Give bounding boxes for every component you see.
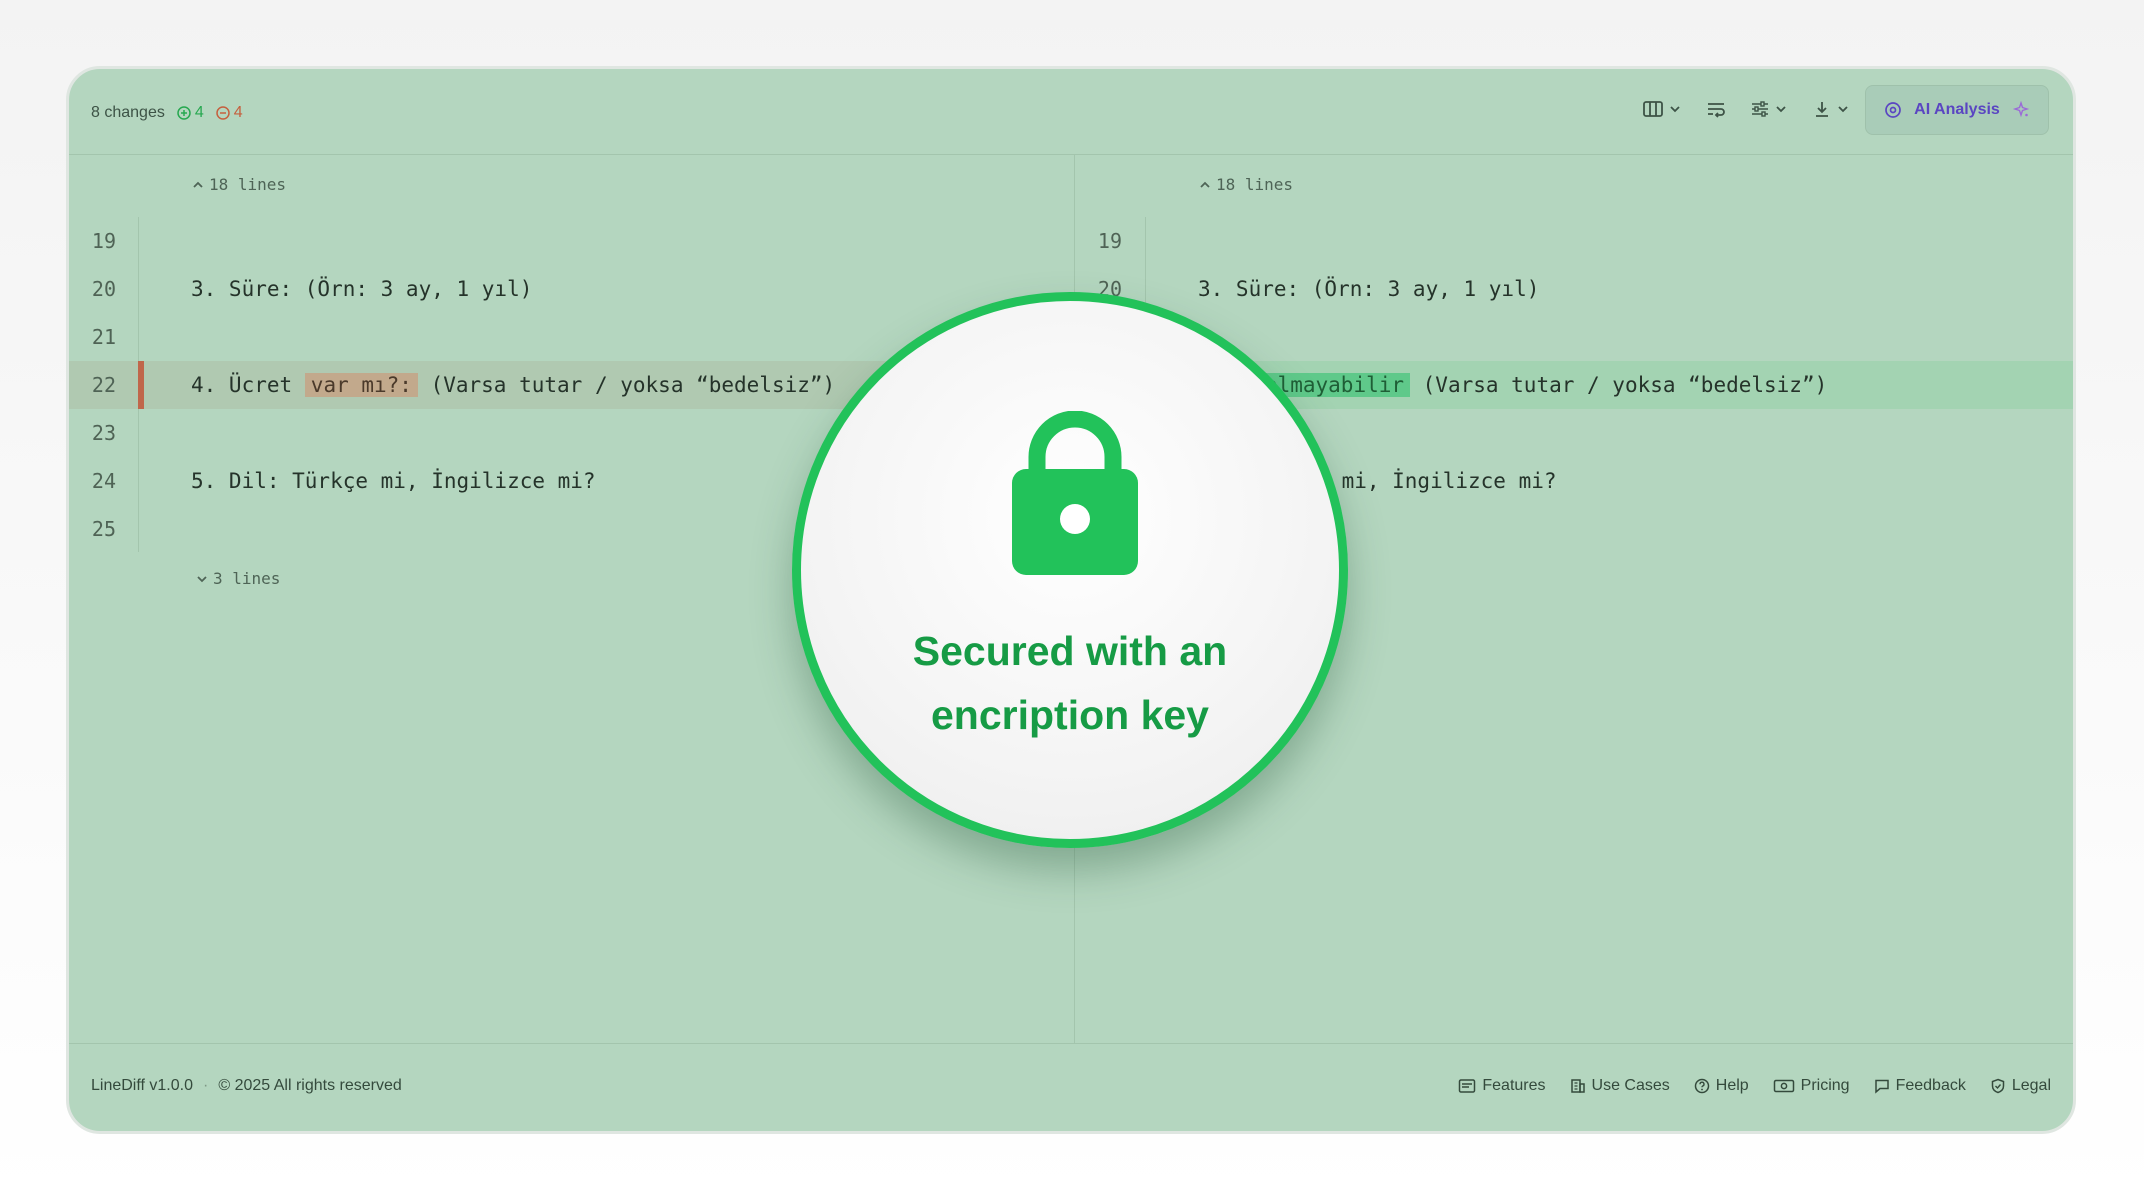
- line-number: 19: [1097, 229, 1122, 253]
- footer-link-label: Feedback: [1895, 1077, 1966, 1094]
- code-text: 5. Dil: Türkçe mi, İngilizce mi?: [191, 469, 596, 493]
- app-version: LineDiff v1.0.0: [91, 1077, 193, 1094]
- money-icon: [1773, 1079, 1794, 1093]
- changes-count: 8 changes: [91, 104, 165, 121]
- removed-text: var mı?:: [304, 373, 418, 397]
- code-suffix: (Varsa tutar / yoksa “bedelsiz”): [417, 373, 836, 397]
- line-number: 20: [91, 277, 116, 301]
- footer-link-features[interactable]: Features: [1458, 1077, 1546, 1095]
- expand-lines-above[interactable]: 18 lines: [191, 175, 286, 194]
- shield-icon: [1991, 1078, 2005, 1094]
- download-button[interactable]: [1812, 99, 1850, 119]
- wrap-icon: [1708, 103, 1725, 118]
- help-icon: [1694, 1078, 1710, 1094]
- copyright: © 2025 All rights reserved: [218, 1077, 402, 1094]
- footer-link-pricing[interactable]: Pricing: [1773, 1077, 1850, 1095]
- chevron-up-icon: [193, 181, 203, 188]
- code-line: 19: [1075, 217, 2073, 265]
- deletions-stat: 4: [216, 104, 243, 122]
- building-icon: [1570, 1079, 1585, 1093]
- code-prefix: 4. Ücret: [191, 373, 305, 397]
- code-text: 3. Süre: (Örn: 3 ay, 1 yıl): [191, 277, 533, 301]
- sparkle-icon: [2012, 101, 2030, 118]
- footer-link-label: Legal: [2011, 1077, 2051, 1094]
- line-number: 25: [91, 517, 116, 541]
- code-line: 20 3. Süre: (Örn: 3 ay, 1 yıl): [69, 265, 1074, 313]
- line-number: 22: [91, 373, 116, 397]
- line-number: 24: [91, 469, 116, 493]
- line-number: 19: [91, 229, 116, 253]
- download-icon: [1816, 102, 1828, 117]
- code-text: 4. Ücret var mı?: (Varsa tutar / yoksa “…: [191, 361, 835, 409]
- footer-link-legal[interactable]: Legal: [1990, 1077, 2051, 1095]
- chevron-down-icon: [1776, 106, 1786, 113]
- footer-separator-dot: ·: [203, 1077, 209, 1094]
- lock-icon: [1012, 411, 1138, 575]
- code-text: et olmayabilir (Varsa tutar / yoksa “bed…: [1221, 361, 1827, 409]
- code-text: 3. Süre: (Örn: 3 ay, 1 yıl): [1198, 277, 1540, 301]
- footer-info: LineDiff v1.0.0 · © 2025 All rights rese…: [91, 1077, 402, 1095]
- chevron-down-icon: [1670, 106, 1680, 113]
- expand-below-label: 3 lines: [213, 569, 281, 588]
- badge-line-2: encription key: [931, 692, 1209, 738]
- change-summary: 8 changes 4 4: [91, 104, 243, 122]
- footer-link-help[interactable]: Help: [1694, 1077, 1749, 1095]
- footer-link-feedback[interactable]: Feedback: [1874, 1077, 1966, 1095]
- settings-sliders-icon: [1752, 101, 1768, 117]
- view-mode-button[interactable]: [1642, 99, 1682, 119]
- footer-link-label: Features: [1482, 1077, 1546, 1094]
- features-icon: [1459, 1079, 1476, 1093]
- ai-analysis-button[interactable]: AI Analysis: [1865, 85, 2049, 135]
- expand-above-label: 18 lines: [1216, 175, 1294, 194]
- line-number: 21: [91, 325, 116, 349]
- split-view-icon: [1643, 101, 1663, 117]
- code-line: 19: [69, 217, 1074, 265]
- expand-lines-above[interactable]: 18 lines: [1198, 175, 1293, 194]
- additions-stat: 4: [177, 104, 204, 122]
- minus-circle-icon: [216, 106, 230, 120]
- footer-links: Features Use Cases Help Pricing Feedback…: [1458, 1077, 2051, 1095]
- settings-button[interactable]: [1750, 99, 1788, 119]
- wrap-button[interactable]: [1706, 99, 1726, 119]
- encryption-badge: Secured with an encription key: [792, 292, 1348, 848]
- footer-link-label: Pricing: [1800, 1077, 1850, 1094]
- code-line: 20 3. Süre: (Örn: 3 ay, 1 yıl): [1075, 265, 2073, 313]
- expand-above-label: 18 lines: [209, 175, 287, 194]
- badge-line-1: Secured with an: [912, 628, 1228, 674]
- expand-lines-below[interactable]: 3 lines: [195, 569, 280, 588]
- chevron-up-icon: [1200, 181, 1210, 188]
- feedback-icon: [1874, 1079, 1889, 1094]
- badge-message: Secured with an encription key: [801, 619, 1339, 747]
- deletions-count: 4: [233, 104, 243, 121]
- line-number: 23: [91, 421, 116, 445]
- toolbar: 8 changes 4 4 AI Analysis: [69, 69, 2073, 155]
- chevron-down-icon: [197, 575, 207, 582]
- chevron-down-icon: [1838, 106, 1848, 113]
- footer-link-label: Help: [1715, 1077, 1749, 1094]
- deletion-marker: [138, 361, 144, 409]
- ai-brain-icon: [1885, 102, 1902, 118]
- footer-link-use-cases[interactable]: Use Cases: [1570, 1077, 1670, 1095]
- code-suffix: (Varsa tutar / yoksa “bedelsiz”): [1410, 373, 1828, 397]
- footer-link-label: Use Cases: [1591, 1077, 1670, 1094]
- footer: LineDiff v1.0.0 · © 2025 All rights rese…: [69, 1043, 2073, 1131]
- toolbar-actions: [1642, 99, 1850, 119]
- plus-circle-icon: [177, 106, 191, 120]
- additions-count: 4: [194, 104, 204, 121]
- ai-analysis-label: AI Analysis: [1914, 101, 2000, 118]
